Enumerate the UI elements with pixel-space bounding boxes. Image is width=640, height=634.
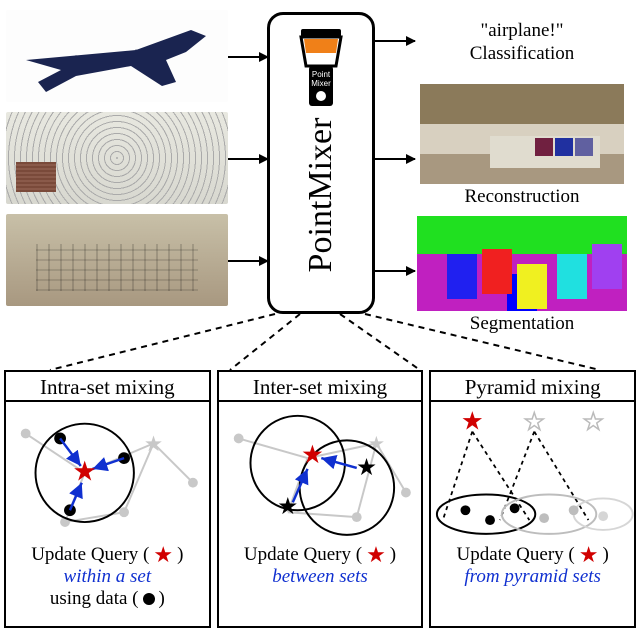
figure-top: Point Mixer PointMixer "airplane!" Class… [0,0,640,360]
intra-sub: within a set [6,566,209,588]
svg-text:Mixer: Mixer [311,79,331,88]
input-dense-room [6,214,228,306]
classification-text: "airplane!" Classification [408,20,636,66]
airplane-icon [16,20,216,100]
arrow-in-3 [228,260,268,262]
pyramid-sub: from pyramid sets [431,566,634,588]
inter-query-close: ) [390,544,396,566]
svg-text:★: ★ [301,440,324,469]
output-reconstruction: Reconstruction [408,84,636,209]
inter-diagram: ★ ★ ★ ★ [219,404,422,544]
input-sparse-room [6,112,228,204]
arrow-in-2 [228,158,268,160]
intra-query-close: ) [177,544,183,566]
pointmixer-box: Point Mixer PointMixer [267,12,375,314]
intra-using: using data ( ) [6,588,209,610]
svg-text:★: ★ [583,410,604,436]
classification-label: Classification [470,43,574,64]
mixing-row: Intra-set mixing [4,370,636,628]
pyramid-query: Update Query ( ★ ) [431,544,634,566]
classification-quote: "airplane!" [480,20,563,41]
segmentation-image [417,216,627,311]
svg-text:★: ★ [144,432,163,456]
panel-inter-set: Inter-set mixing ★ ★ ★ ★ [217,370,424,628]
pointmixer-title: PointMixer [302,118,340,273]
reconstruction-image [420,84,624,184]
intra-using-text: using data ( [50,588,139,610]
intra-title: Intra-set mixing [6,372,209,402]
inter-sub: between sets [219,566,422,588]
svg-text:★: ★ [72,456,97,487]
panel-intra-set: Intra-set mixing [4,370,211,628]
pyramid-query-text: Update Query ( [457,544,575,566]
inter-query: Update Query ( ★ ) [219,544,422,566]
pyramid-title: Pyramid mixing [431,372,634,402]
svg-text:★: ★ [461,407,484,436]
input-column [6,10,228,316]
input-airplane [6,10,228,102]
pyramid-diagram: ★ ★ ★ [431,404,634,544]
svg-text:Point: Point [312,70,331,79]
intra-diagram: ★ ★ [6,404,209,544]
reconstruction-label: Reconstruction [408,186,636,209]
output-column: "airplane!" Classification Reconstructio… [408,20,636,344]
intra-query-text: Update Query ( [31,544,149,566]
inter-query-text: Update Query ( [244,544,362,566]
intra-using-close: ) [159,588,165,610]
inter-title: Inter-set mixing [219,372,422,402]
dot-icon [143,593,155,605]
output-classification: "airplane!" Classification [408,20,636,66]
blender-icon: Point Mixer [291,21,351,121]
pyramid-query-close: ) [602,544,608,566]
svg-text:★: ★ [356,455,377,481]
arrow-in-1 [228,56,268,58]
panel-pyramid: Pyramid mixing ★ ★ ★ [429,370,636,628]
intra-query: Update Query ( ★ ) [6,544,209,566]
